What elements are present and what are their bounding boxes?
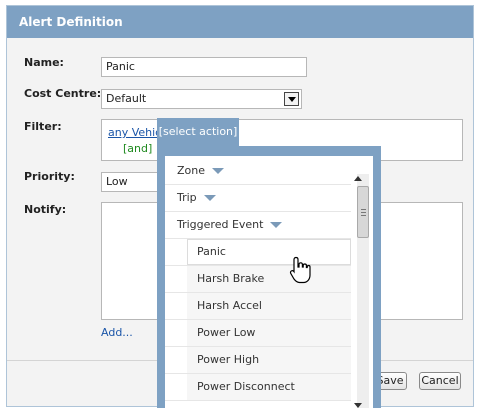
name-label: Name: [24, 56, 64, 69]
filter-label: Filter: [24, 120, 62, 133]
cost-centre-value: Default [106, 92, 147, 105]
menu-item-power-low[interactable]: Power Low [165, 320, 351, 347]
chevron-down-icon[interactable] [284, 92, 299, 106]
menu-item-panic[interactable]: Panic [165, 239, 351, 266]
hand-cursor-icon [289, 256, 311, 284]
menu-item-label: Triggered Event [177, 218, 264, 231]
menu-item-triggered-event[interactable]: Triggered Event [165, 212, 351, 239]
menu-item-trip[interactable]: Trip [165, 185, 351, 212]
menu-item-label: Harsh Accel [197, 299, 262, 312]
scrollbar-thumb[interactable] [357, 186, 369, 238]
menu-item-label: Panic [197, 245, 226, 258]
notify-label: Notify: [24, 203, 67, 216]
action-dropdown: Zone Trip Triggered Event Panic Harsh Br… [157, 146, 381, 408]
scroll-up-arrow-icon[interactable] [354, 176, 362, 181]
menu-item-label: Trip [177, 191, 197, 204]
menu-item-label: Power Disconnect [197, 380, 295, 393]
cost-centre-select[interactable]: Default [101, 89, 302, 109]
priority-value: Low [106, 175, 128, 188]
priority-label: Priority: [24, 170, 75, 183]
dialog-title: Alert Definition [7, 6, 473, 38]
expand-triangle-icon [270, 222, 283, 228]
cancel-button[interactable]: Cancel [419, 372, 461, 390]
menu-item-zone[interactable]: Zone [165, 158, 351, 185]
menu-item-power-high[interactable]: Power High [165, 347, 351, 374]
expand-triangle-icon [212, 168, 225, 174]
menu-item-power-disconnect[interactable]: Power Disconnect [165, 374, 351, 401]
menu-item-label: Harsh Brake [197, 272, 265, 285]
cost-centre-label: Cost Centre: [24, 87, 102, 100]
name-input[interactable]: Panic [101, 57, 307, 77]
expand-triangle-icon [203, 195, 216, 201]
menu-item-harsh-accel[interactable]: Harsh Accel [165, 293, 351, 320]
scroll-down-arrow-icon[interactable] [354, 403, 362, 408]
menu-item-label: Zone [177, 164, 206, 177]
action-dropdown-list: Zone Trip Triggered Event Panic Harsh Br… [165, 156, 373, 408]
select-action-tab[interactable]: [select action] [157, 118, 239, 146]
add-notify-link[interactable]: Add... [101, 326, 133, 339]
menu-item-harsh-brake[interactable]: Harsh Brake [165, 266, 351, 293]
filter-and-link[interactable]: [and] [123, 142, 152, 155]
menu-item-label: Power Low [197, 326, 256, 339]
menu-item-label: Power High [197, 353, 260, 366]
dropdown-scrollbar[interactable] [354, 174, 369, 408]
